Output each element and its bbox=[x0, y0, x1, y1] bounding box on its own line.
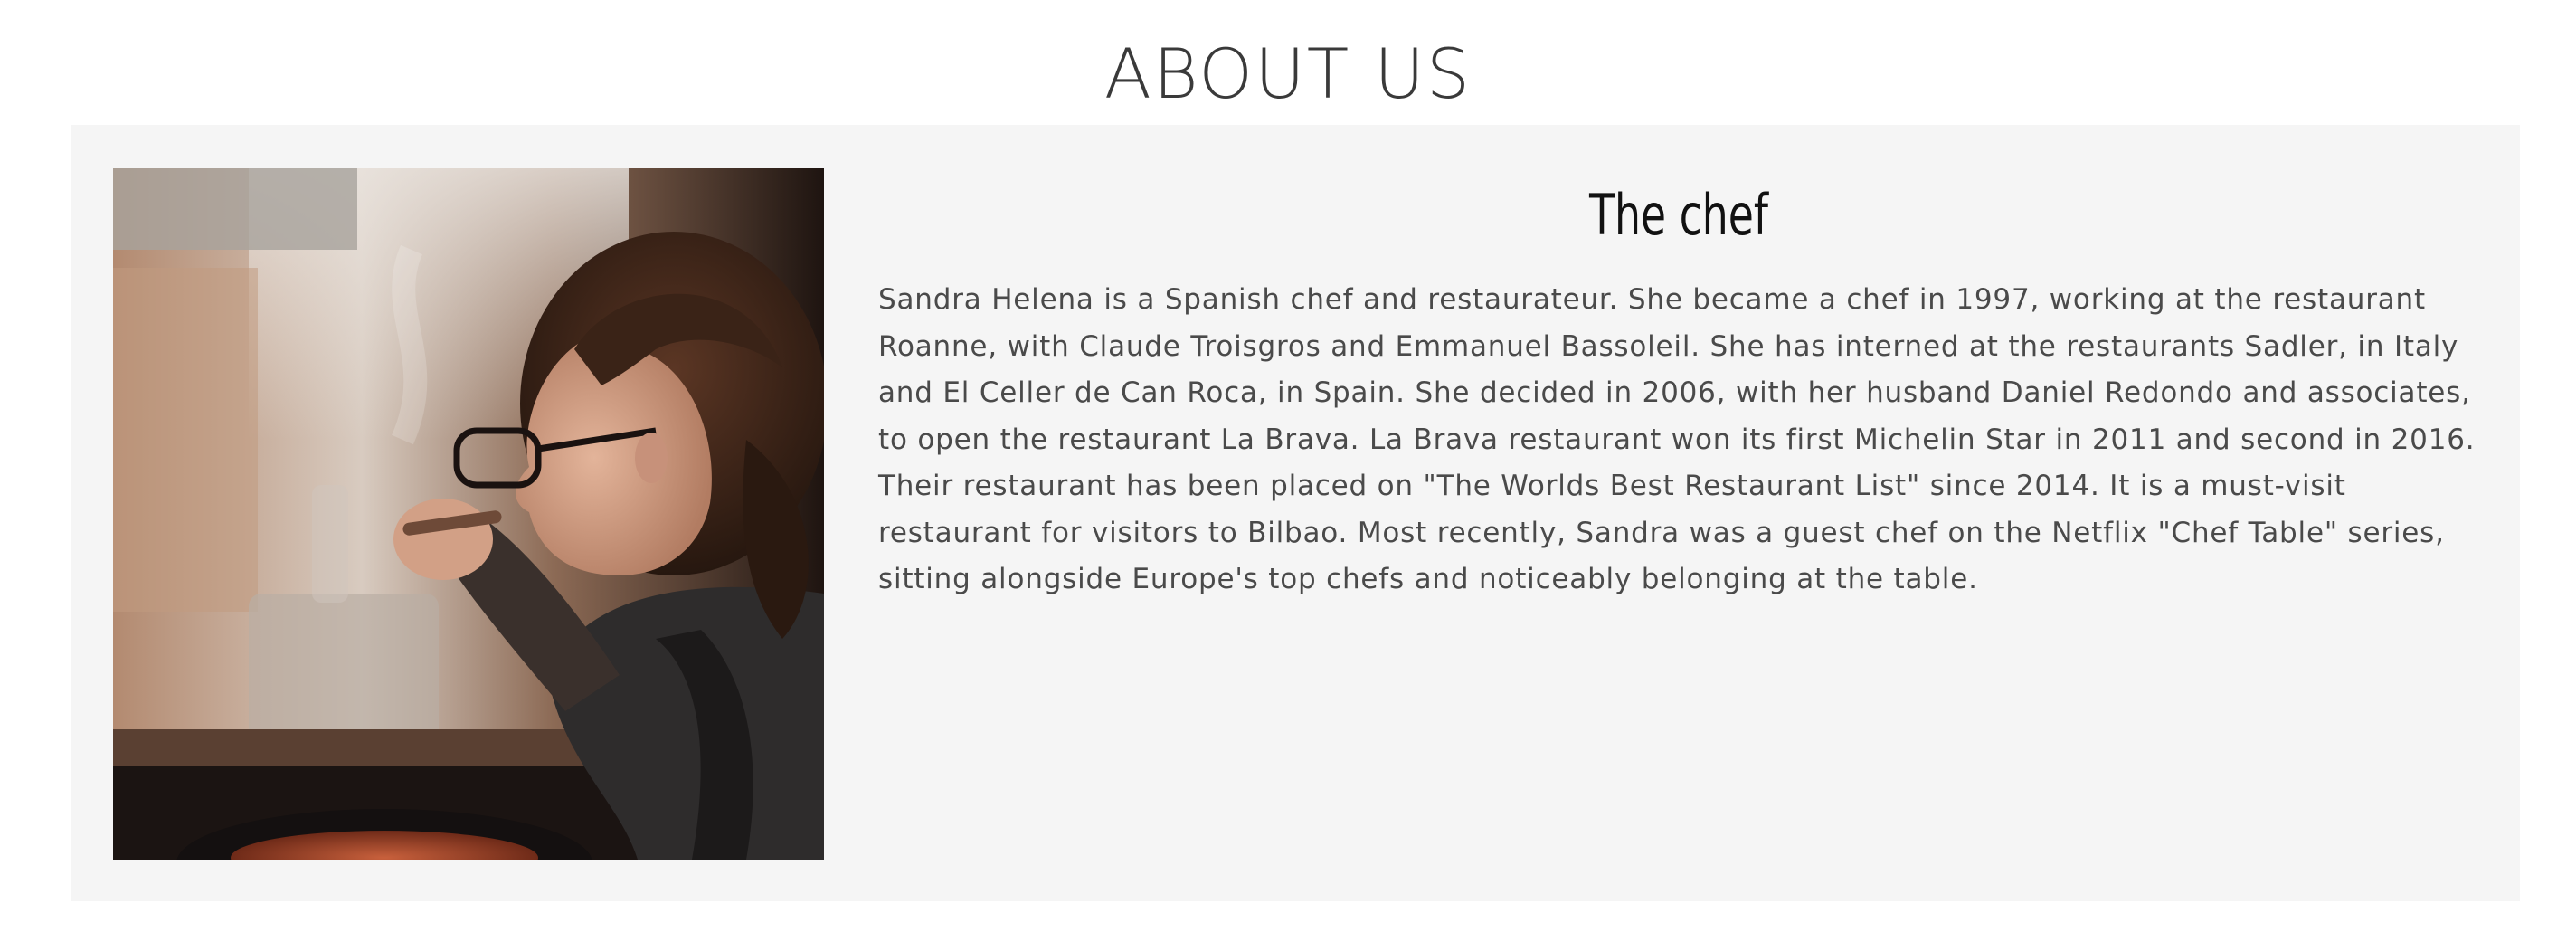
chef-tasting-photo-icon bbox=[113, 168, 824, 860]
about-section: The chef Sandra Helena is a Spanish chef… bbox=[71, 125, 2520, 901]
bio-paragraph: Sandra Helena is a Spanish chef and rest… bbox=[878, 283, 2476, 595]
section-heading: The chef bbox=[1589, 182, 1768, 248]
chef-bio: The chef Sandra Helena is a Spanish chef… bbox=[878, 168, 2479, 604]
chef-photo bbox=[113, 168, 824, 860]
page-title: ABOUT US bbox=[1103, 33, 1473, 114]
